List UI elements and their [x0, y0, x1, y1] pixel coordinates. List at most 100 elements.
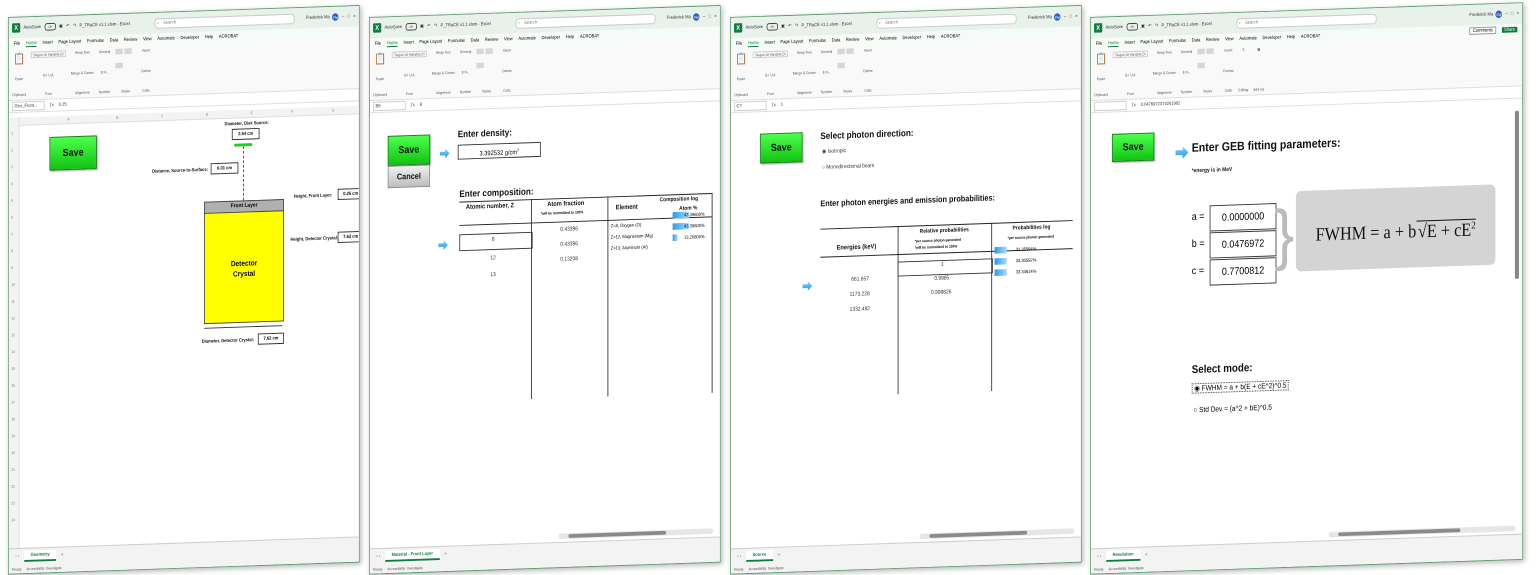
add-sheet-button[interactable]: +	[61, 552, 63, 558]
wrap-text-button[interactable]: Wrap Text	[797, 50, 812, 55]
energy-cell[interactable]: 1173.228	[850, 291, 870, 297]
save-disk-icon[interactable]: ▣	[781, 24, 785, 30]
accessibility-status[interactable]: Accessibility: Investigate	[387, 565, 422, 571]
col-header[interactable]: G	[332, 108, 335, 113]
tab-home[interactable]: Home	[25, 39, 37, 47]
font-format-icons[interactable]: B I U A	[765, 72, 775, 77]
insert-button[interactable]: Insert	[864, 48, 872, 53]
maximize-icon[interactable]: □	[1069, 14, 1071, 20]
active-cell[interactable]	[459, 231, 533, 252]
col-header[interactable]: F	[291, 109, 293, 114]
tab-review[interactable]: Review	[124, 37, 137, 43]
fraction-cell[interactable]: 0.43396	[560, 241, 578, 247]
user-area[interactable]: Frederick Ma FM	[667, 13, 700, 22]
search-box[interactable]: ⌕ Search	[876, 13, 1017, 29]
energy-cell[interactable]: 661.657	[851, 277, 869, 283]
tab-file[interactable]: File	[736, 41, 743, 47]
wrap-text-button[interactable]: Wrap Text	[75, 50, 90, 55]
tab-insert[interactable]: Insert	[765, 40, 775, 46]
paste-button[interactable]: Paste	[376, 76, 384, 81]
save-button[interactable]: Save	[49, 135, 97, 171]
formula-input[interactable]: 0.25	[59, 102, 67, 108]
height-crystal-value[interactable]: 7.62 cm	[337, 230, 360, 243]
comments-button[interactable]: Comments	[1469, 26, 1496, 35]
tab-page-layout[interactable]: Page Layout	[58, 39, 81, 45]
z-cell[interactable]: 8	[492, 237, 495, 243]
density-input[interactable]: 3.392532 g/cm3	[457, 141, 541, 160]
font-format-icons[interactable]: B I U A	[43, 72, 53, 77]
relative-cell[interactable]: 0.999826	[931, 290, 951, 296]
col-header[interactable]: C	[161, 113, 163, 118]
prev-sheet-icon[interactable]: ‹ ›	[15, 554, 19, 560]
font-name[interactable]: Segoe UI Variable Di	[1112, 50, 1148, 59]
number-format[interactable]: General	[460, 49, 472, 54]
col-header[interactable]: D	[206, 112, 208, 117]
sheet-tab-source[interactable]: Source	[746, 549, 773, 562]
merge-center-button[interactable]: Merge & Center	[71, 70, 94, 75]
tab-help[interactable]: Help	[566, 34, 574, 40]
styles-icons[interactable]	[1197, 48, 1218, 75]
merge-center-button[interactable]: Merge & Center	[1153, 70, 1176, 75]
prev-sheet-icon[interactable]: ‹ ›	[376, 554, 380, 560]
tab-automate[interactable]: Automate	[157, 36, 174, 42]
tab-acrobat[interactable]: ACROBAT	[580, 33, 599, 39]
tab-review[interactable]: Review	[485, 37, 498, 43]
active-cell[interactable]	[897, 258, 993, 277]
formula-input[interactable]: 1	[781, 102, 783, 108]
tab-view[interactable]: View	[865, 36, 874, 42]
tab-review[interactable]: Review	[1206, 37, 1219, 43]
param-c-input[interactable]: 0.7700812	[1209, 257, 1277, 286]
search-box[interactable]: ⌕ Search	[515, 13, 656, 29]
tab-insert[interactable]: Insert	[1125, 40, 1135, 46]
paste-icon[interactable]: 📋	[374, 52, 386, 65]
user-area[interactable]: Frederick Ma FM	[1028, 13, 1061, 22]
avatar[interactable]: FM	[693, 13, 700, 21]
tab-acrobat[interactable]: ACROBAT	[1301, 33, 1320, 39]
add-sheet-button[interactable]: +	[1145, 552, 1147, 558]
name-box[interactable]: B9	[373, 100, 406, 112]
mode-stddev-radio[interactable]: ○ Std Dev = (a^2 + bE)^0.5	[1193, 403, 1271, 414]
merge-center-button[interactable]: Merge & Center	[432, 70, 455, 75]
tab-help[interactable]: Help	[205, 34, 213, 40]
tab-page-layout[interactable]: Page Layout	[1140, 39, 1163, 45]
tab-automate[interactable]: Automate	[518, 36, 535, 42]
sheet-tab-resolution[interactable]: Resolution	[1106, 549, 1141, 562]
autosave-toggle[interactable]: Off	[766, 22, 778, 31]
minimize-icon[interactable]: –	[1064, 14, 1066, 20]
save-disk-icon[interactable]: ▣	[1141, 24, 1145, 30]
redo-icon[interactable]: ↷	[795, 23, 798, 29]
sheet-tab-material[interactable]: Material - Front Layer	[385, 548, 440, 562]
tab-developer[interactable]: Developer	[1263, 35, 1282, 41]
diameter-crystal-value[interactable]: 7.62 cm	[257, 332, 284, 345]
z-cell[interactable]: 12	[490, 256, 495, 262]
insert-button[interactable]: Insert	[142, 48, 150, 53]
number-format[interactable]: General	[821, 49, 833, 54]
save-disk-icon[interactable]: ▣	[59, 24, 63, 30]
tab-home[interactable]: Home	[747, 39, 759, 47]
height-front-value[interactable]: 0.25 cm	[337, 187, 360, 201]
sum-icon[interactable]: Σ	[1242, 47, 1244, 52]
accessibility-status[interactable]: Accessibility: Investigate	[1108, 565, 1143, 571]
search-box[interactable]: ⌕ Search	[1236, 13, 1377, 29]
delete-button[interactable]: Delete	[502, 68, 511, 73]
fraction-cell[interactable]: 0.13208	[560, 256, 578, 262]
tab-developer[interactable]: Developer	[903, 35, 922, 41]
share-button[interactable]: Share	[1501, 26, 1518, 33]
percent-icon[interactable]: $ % ,	[823, 69, 830, 74]
percent-icon[interactable]: $ % ,	[462, 69, 469, 74]
paste-button[interactable]: Paste	[15, 76, 23, 81]
paste-button[interactable]: Paste	[737, 76, 745, 81]
autosave-toggle[interactable]: Off	[405, 22, 417, 31]
minimize-icon[interactable]: –	[342, 14, 344, 20]
name-box[interactable]	[1094, 100, 1127, 112]
save-button[interactable]: Save	[760, 132, 803, 164]
tab-data[interactable]: Data	[471, 38, 480, 44]
font-name[interactable]: Segoe UI Variable Di	[30, 50, 66, 59]
number-format[interactable]: General	[99, 49, 111, 54]
param-a-input[interactable]: 0.0000000	[1209, 203, 1277, 232]
maximize-icon[interactable]: □	[1511, 11, 1513, 17]
name-box[interactable]: C7	[734, 100, 767, 112]
format-button[interactable]: Format	[1223, 68, 1233, 73]
percent-icon[interactable]: $ % ,	[101, 69, 108, 74]
relative-cell[interactable]: 0.9985	[934, 276, 949, 282]
